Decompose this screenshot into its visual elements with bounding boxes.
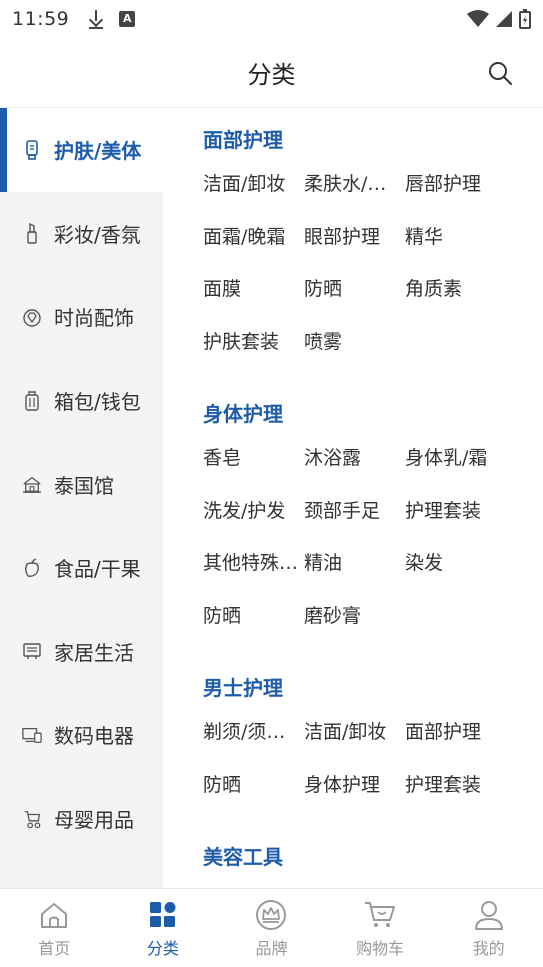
sidebar-item-skincare[interactable]: 护肤/美体 — [0, 108, 163, 192]
subcategory-item[interactable]: 护理套装 — [405, 773, 506, 826]
notification-a-icon: A — [119, 11, 136, 27]
nav-label: 品牌 — [255, 939, 288, 958]
user-icon — [472, 899, 506, 931]
subcategory-item[interactable]: 喷雾 — [304, 330, 405, 383]
subcategory-item[interactable]: 防晒 — [203, 773, 304, 826]
sidebar-item-accessories[interactable]: 时尚配饰 — [0, 275, 163, 359]
nav-label: 首页 — [38, 939, 71, 958]
sidebar-item-label: 泰国馆 — [54, 473, 114, 498]
sidebar-item-label: 护肤/美体 — [54, 139, 142, 164]
sidebar-item-thailand[interactable]: 泰国馆 — [0, 442, 163, 526]
sidebar-item-label: 数码电器 — [54, 724, 134, 749]
bottom-nav: 首页 分类 品牌 购物车 我的 — [0, 888, 543, 967]
subcategory-item[interactable]: 面霜/晚霜 — [203, 225, 304, 278]
nav-brand[interactable]: 品牌 — [217, 889, 326, 967]
sidebar-item-label: 母婴用品 — [54, 808, 134, 833]
search-icon[interactable] — [487, 60, 513, 86]
subcategory-item[interactable]: 其他特殊护理 — [203, 551, 304, 604]
lipstick-icon — [22, 223, 42, 245]
subcategory-item[interactable]: 护肤套装 — [203, 330, 304, 383]
sidebar-item-digital[interactable]: 数码电器 — [0, 693, 163, 777]
luggage-icon — [22, 390, 42, 411]
sidebar-item-label: 食品/干果 — [54, 557, 141, 582]
sidebar-item-baby[interactable]: 母婴用品 — [0, 777, 163, 861]
subcategory-item[interactable]: 磨砂膏 — [304, 604, 405, 657]
sidebar-item-food[interactable]: 食品/干果 — [0, 526, 163, 610]
subcategory-panel: 面部护理 洁面/卸妆 柔肤水/乳液 唇部护理 面霜/晚霜 眼部护理 精华 面膜 … — [163, 108, 543, 888]
section-title: 身体护理 — [203, 402, 283, 426]
subcategory-item[interactable]: 香皂 — [203, 446, 304, 499]
sidebar-item-label: 时尚配饰 — [54, 306, 134, 331]
page-title: 分类 — [247, 61, 296, 89]
nav-label: 分类 — [146, 939, 179, 958]
nav-label: 购物车 — [356, 939, 405, 958]
subcategory-grid: 香皂 沐浴露 身体乳/霜 洗发/护发 颈部手足 护理套装 其他特殊护理 精油 染… — [203, 446, 543, 656]
app-header: 分类 — [0, 38, 543, 108]
subcategory-item[interactable]: 洁面/卸妆 — [203, 172, 304, 225]
home-icon — [37, 899, 71, 931]
subcategory-item[interactable]: 柔肤水/乳液 — [304, 172, 405, 225]
subcategory-item[interactable]: 护理套装 — [405, 499, 506, 552]
subcategory-item[interactable]: 防晒 — [304, 277, 405, 330]
home-appliance-icon — [22, 641, 42, 661]
subcategory-item[interactable]: 身体护理 — [304, 773, 405, 826]
nav-label: 我的 — [472, 939, 505, 958]
sidebar-item-label: 彩妆/香氛 — [54, 222, 141, 247]
nav-category[interactable]: 分类 — [109, 889, 218, 967]
temple-icon — [22, 474, 42, 494]
subcategory-item[interactable]: 面膜 — [203, 277, 304, 330]
subcategory-item[interactable]: 唇部护理 — [405, 172, 506, 225]
section-body-care: 身体护理 香皂 沐浴露 身体乳/霜 洗发/护发 颈部手足 护理套装 其他特殊护理… — [203, 382, 543, 656]
status-time: 11:59 — [12, 8, 70, 30]
nav-home[interactable]: 首页 — [0, 889, 109, 967]
skincare-tube-icon — [22, 139, 42, 160]
status-bar: 11:59 A — [0, 0, 543, 38]
nav-cart[interactable]: 购物车 — [326, 889, 435, 967]
subcategory-item[interactable]: 身体乳/霜 — [405, 446, 506, 499]
download-icon — [87, 9, 105, 29]
battery-icon — [519, 9, 531, 29]
section-face-care: 面部护理 洁面/卸妆 柔肤水/乳液 唇部护理 面霜/晚霜 眼部护理 精华 面膜 … — [203, 108, 543, 382]
sidebar-item-home[interactable]: 家居生活 — [0, 610, 163, 694]
section-title: 面部护理 — [203, 128, 283, 152]
fruit-icon — [22, 558, 42, 578]
section-beauty-tools: 美容工具 — [203, 825, 543, 888]
subcategory-item[interactable]: 沐浴露 — [304, 446, 405, 499]
subcategory-grid: 剃须/须后护理 洁面/卸妆 面部护理 防晒 身体护理 护理套装 — [203, 720, 543, 825]
sidebar-item-label: 家居生活 — [54, 640, 134, 665]
subcategory-item[interactable]: 精华 — [405, 225, 506, 278]
sidebar-item-makeup[interactable]: 彩妆/香氛 — [0, 192, 163, 276]
cart-icon — [363, 899, 397, 931]
subcategory-grid: 洁面/卸妆 柔肤水/乳液 唇部护理 面霜/晚霜 眼部护理 精华 面膜 防晒 角质… — [203, 172, 543, 382]
signal-icon — [496, 11, 512, 27]
diamond-ring-icon — [22, 307, 42, 327]
subcategory-item[interactable]: 眼部护理 — [304, 225, 405, 278]
section-title: 美容工具 — [203, 845, 283, 869]
devices-icon — [22, 725, 42, 745]
category-sidebar: 护肤/美体 彩妆/香氛 时尚配饰 箱包/钱包 泰国馆 食品/干果 家居生活 数码… — [0, 108, 163, 888]
subcategory-item[interactable]: 洁面/卸妆 — [304, 720, 405, 773]
section-title: 男士护理 — [203, 676, 283, 700]
sidebar-item-bags[interactable]: 箱包/钱包 — [0, 359, 163, 443]
nav-me[interactable]: 我的 — [434, 889, 543, 967]
section-men-care: 男士护理 剃须/须后护理 洁面/卸妆 面部护理 防晒 身体护理 护理套装 — [203, 656, 543, 825]
crown-icon — [254, 899, 288, 931]
category-grid-icon — [146, 899, 180, 931]
subcategory-item[interactable]: 精油 — [304, 551, 405, 604]
sidebar-item-label: 箱包/钱包 — [54, 390, 141, 415]
stroller-icon — [22, 809, 42, 829]
subcategory-item[interactable]: 颈部手足 — [304, 499, 405, 552]
subcategory-item[interactable]: 洗发/护发 — [203, 499, 304, 552]
subcategory-item[interactable]: 染发 — [405, 551, 506, 604]
subcategory-item[interactable]: 剃须/须后护理 — [203, 720, 304, 773]
subcategory-item[interactable]: 角质素 — [405, 277, 506, 330]
subcategory-item[interactable]: 防晒 — [203, 604, 304, 657]
wifi-icon — [467, 10, 489, 27]
subcategory-item[interactable]: 面部护理 — [405, 720, 506, 773]
